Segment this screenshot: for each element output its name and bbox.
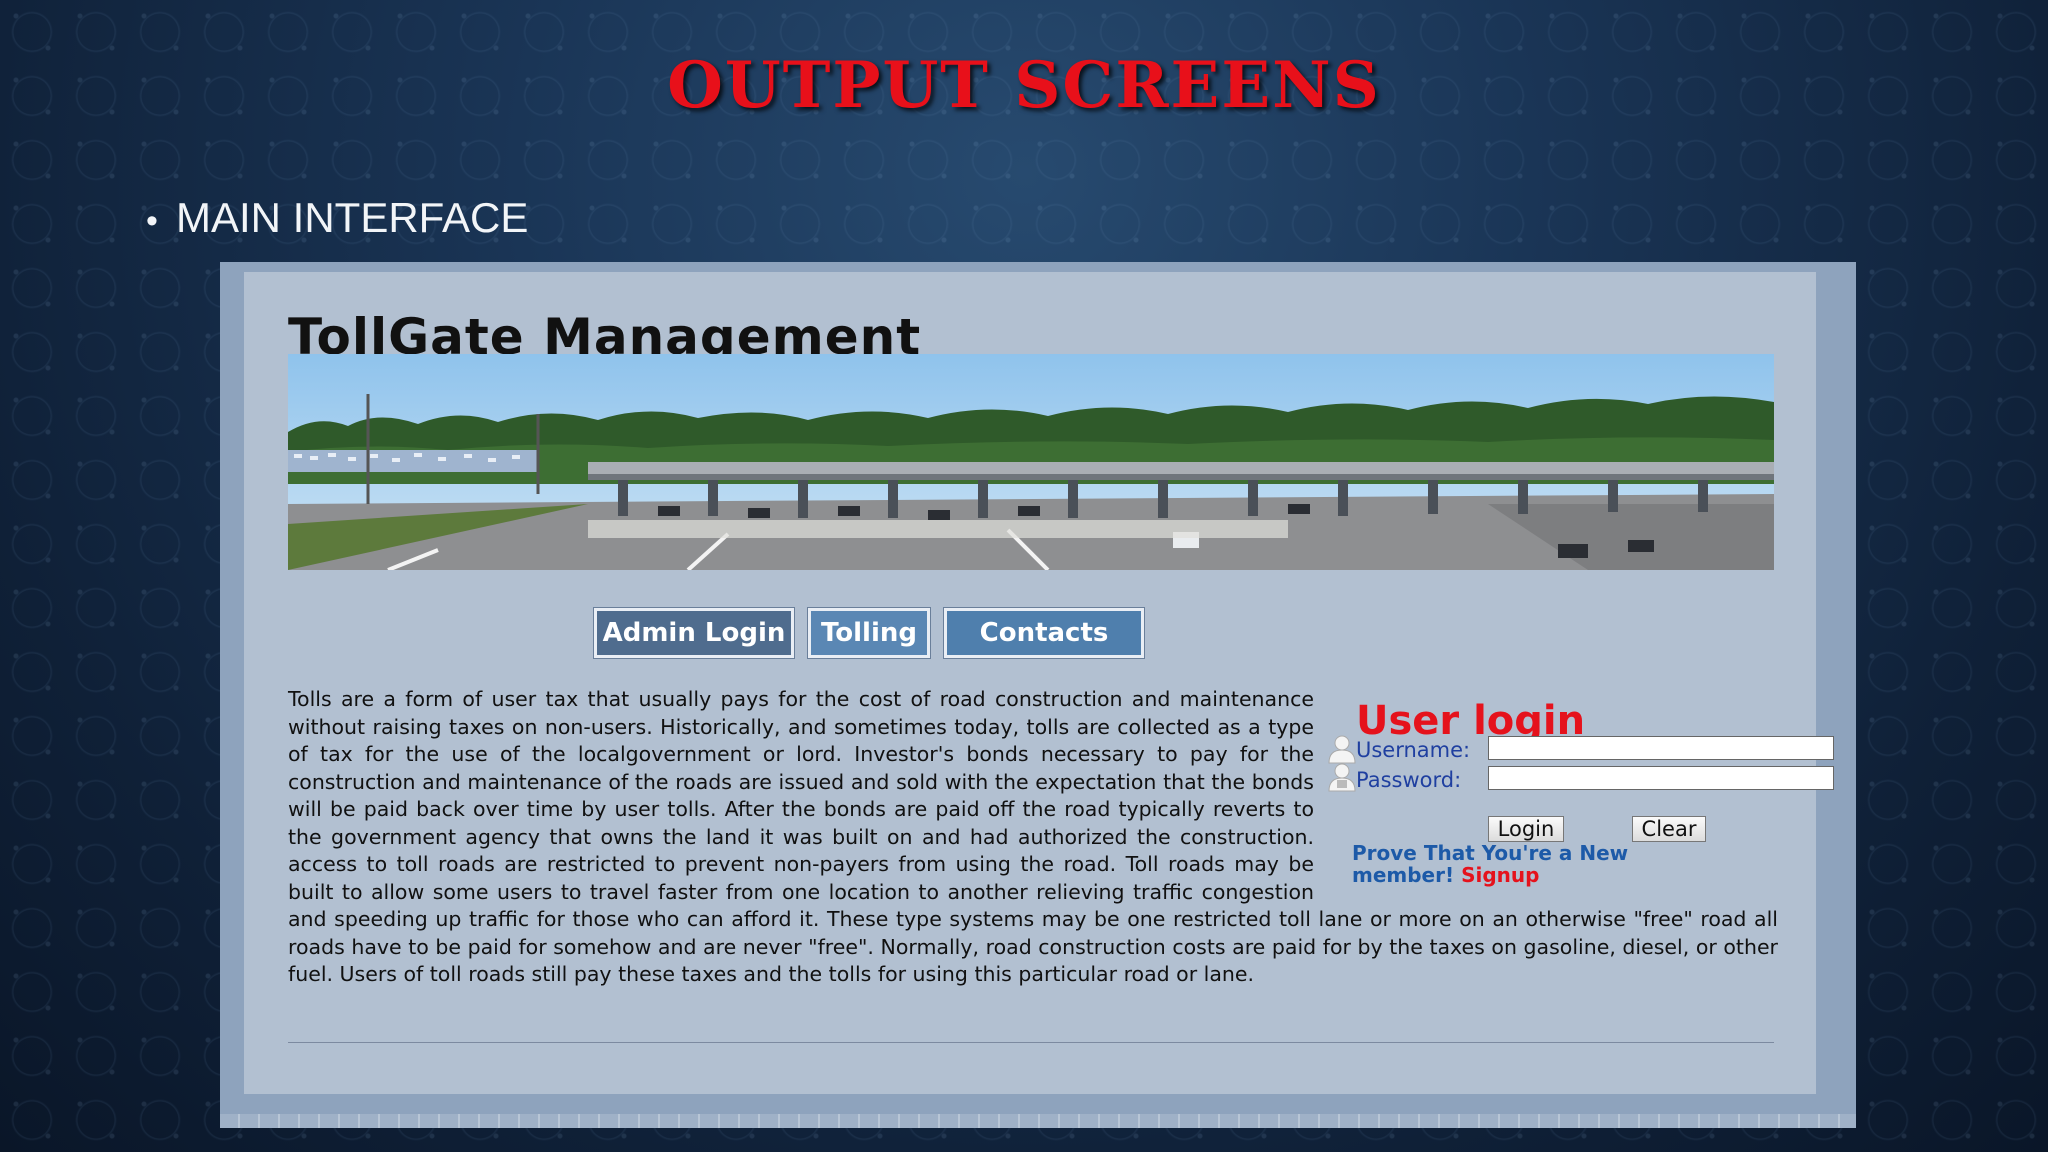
password-label: Password: bbox=[1356, 768, 1462, 792]
slide-title: OUTPUT SCREENS bbox=[667, 48, 1381, 123]
slide-bullet: • MAIN INTERFACE bbox=[146, 194, 528, 242]
screenshot-frame: TollGate Management Admin Login Tolling … bbox=[220, 262, 1856, 1128]
user-login-panel: User login Username: Password: Login Cle… bbox=[1328, 690, 1848, 890]
admin-login-button[interactable]: Admin Login bbox=[594, 608, 794, 658]
bullet-text: MAIN INTERFACE bbox=[176, 194, 529, 241]
username-label: Username: bbox=[1356, 738, 1471, 762]
footer-divider bbox=[288, 1042, 1774, 1043]
tollgate-banner-image bbox=[288, 354, 1774, 570]
signup-link[interactable]: Signup bbox=[1461, 863, 1539, 887]
password-input[interactable] bbox=[1488, 766, 1834, 790]
username-input[interactable] bbox=[1488, 736, 1834, 760]
frame-strip bbox=[220, 1114, 1856, 1128]
user-icon bbox=[1328, 735, 1356, 764]
contacts-button[interactable]: Contacts bbox=[944, 608, 1144, 658]
bullet-dot-icon: • bbox=[146, 202, 158, 240]
login-button[interactable]: Login bbox=[1488, 816, 1564, 842]
lock-user-icon bbox=[1328, 763, 1356, 792]
web-page: TollGate Management Admin Login Tolling … bbox=[244, 272, 1834, 1094]
signup-promo: Prove That You're a New member! Signup bbox=[1352, 842, 1672, 886]
clear-button[interactable]: Clear bbox=[1632, 816, 1706, 842]
tolling-button[interactable]: Tolling bbox=[808, 608, 930, 658]
